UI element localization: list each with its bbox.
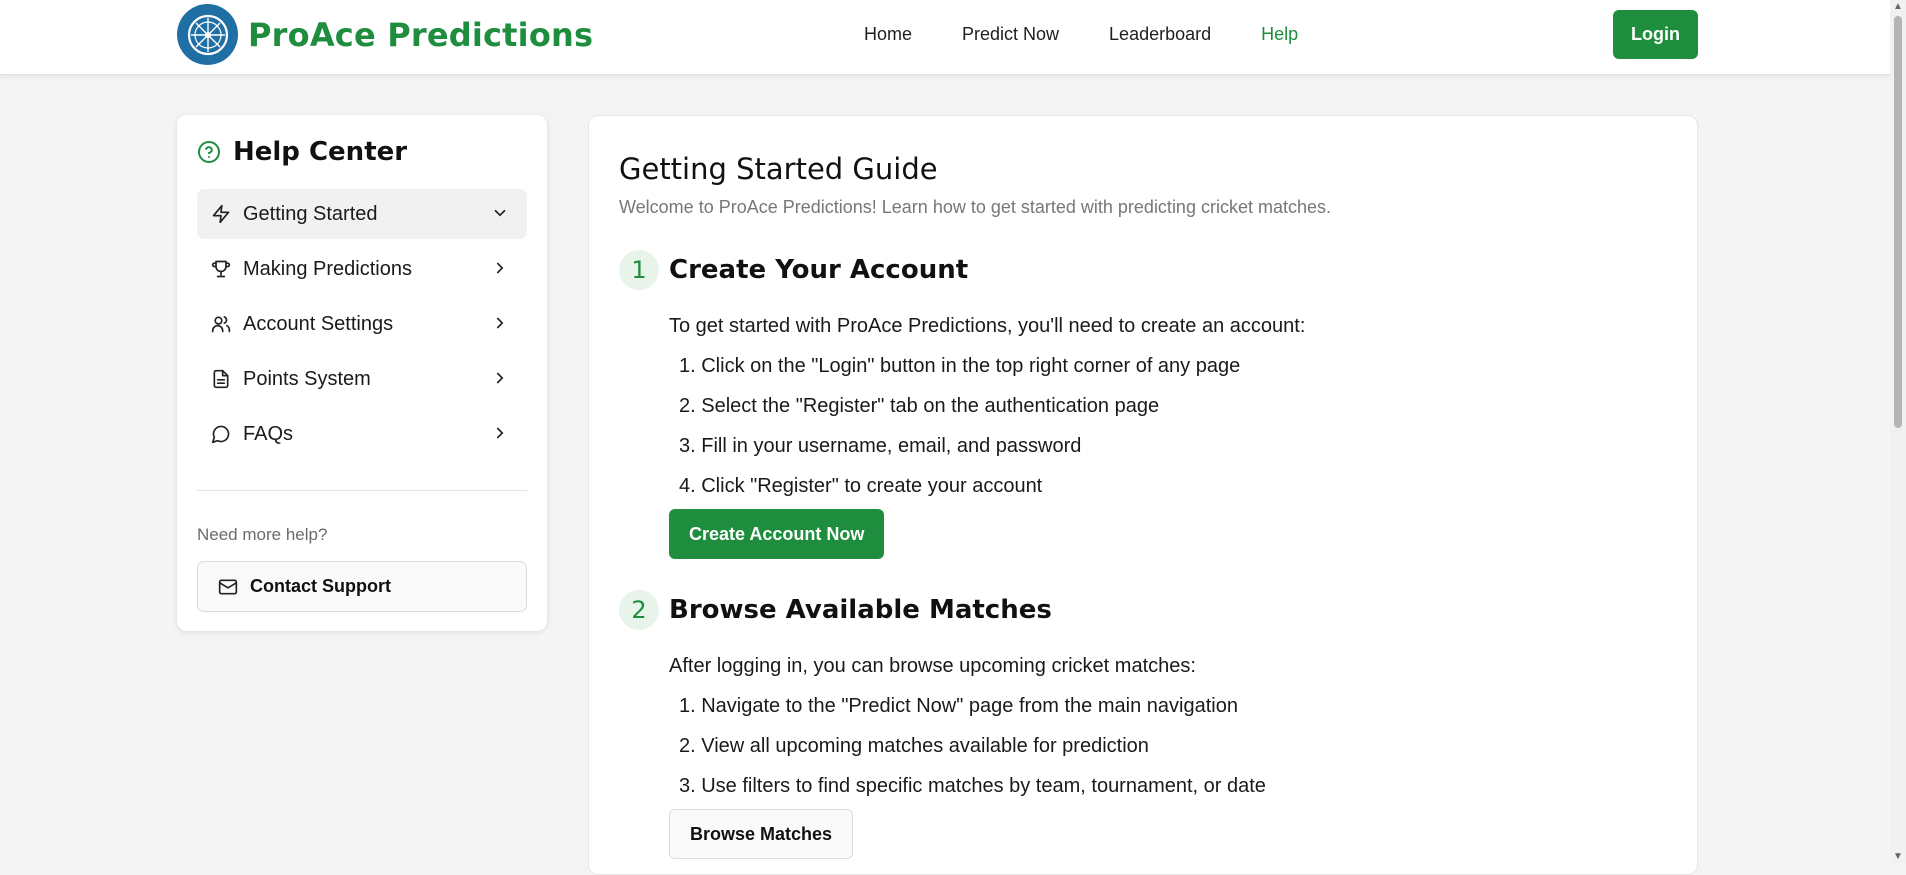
sidebar-item-label: Account Settings xyxy=(243,312,394,335)
page-title: Getting Started Guide xyxy=(619,152,938,186)
step-title: Create Your Account xyxy=(669,255,969,285)
sidebar-item-points-system[interactable]: Points System xyxy=(197,354,527,404)
sidebar-item-faqs[interactable]: FAQs xyxy=(197,409,527,459)
step-1-list: 1. Click on the "Login" button in the to… xyxy=(669,355,1240,515)
contact-support-button[interactable]: Contact Support xyxy=(197,561,527,612)
guide-content: Getting Started Guide Welcome to ProAce … xyxy=(588,115,1698,875)
step-title: Browse Available Matches xyxy=(669,595,1052,625)
step-number-badge: 1 xyxy=(619,250,659,290)
chevron-right-icon xyxy=(491,369,509,387)
step-1-heading: 1 Create Your Account xyxy=(619,250,968,290)
scroll-thumb[interactable] xyxy=(1894,16,1902,428)
step-2-heading: 2 Browse Available Matches xyxy=(619,590,1052,630)
main-nav: Home Predict Now Leaderboard Help xyxy=(864,24,1348,45)
lightning-icon xyxy=(211,204,231,224)
sidebar-item-label: Making Predictions xyxy=(243,257,412,280)
step-number-badge: 2 xyxy=(619,590,659,630)
brand-name: ProAce Predictions xyxy=(248,15,594,54)
sidebar-title: Help Center xyxy=(197,137,407,167)
step-2-list: 1. Navigate to the "Predict Now" page fr… xyxy=(669,695,1266,815)
page-scrollbar[interactable]: ▲ ▼ xyxy=(1890,0,1906,863)
chat-icon xyxy=(211,424,231,444)
chevron-right-icon xyxy=(491,259,509,277)
nav-predict-now[interactable]: Predict Now xyxy=(962,24,1059,45)
list-item: 3. Fill in your username, email, and pas… xyxy=(679,435,1082,457)
top-navbar: ProAce Predictions Home Predict Now Lead… xyxy=(0,0,1890,75)
list-item: 1. Click on the "Login" button in the to… xyxy=(679,355,1241,377)
list-item: 1. Navigate to the "Predict Now" page fr… xyxy=(679,695,1238,717)
page-subtitle: Welcome to ProAce Predictions! Learn how… xyxy=(619,197,1331,217)
help-circle-icon xyxy=(197,140,221,164)
sidebar-item-making-predictions[interactable]: Making Predictions xyxy=(197,244,527,294)
chevron-right-icon xyxy=(491,314,509,332)
compass-logo-icon xyxy=(177,4,238,65)
sidebar-divider xyxy=(197,490,527,491)
need-help-text: Need more help? xyxy=(197,525,328,544)
nav-help[interactable]: Help xyxy=(1261,24,1298,45)
chevron-right-icon xyxy=(491,424,509,442)
sidebar-item-getting-started[interactable]: Getting Started xyxy=(197,189,527,239)
scroll-down-arrow-icon[interactable]: ▼ xyxy=(1893,851,1903,862)
nav-home[interactable]: Home xyxy=(864,24,912,45)
document-icon xyxy=(211,369,231,389)
sidebar-item-account-settings[interactable]: Account Settings xyxy=(197,299,527,349)
brand[interactable]: ProAce Predictions xyxy=(177,4,593,65)
list-item: 2. View all upcoming matches available f… xyxy=(679,735,1149,757)
chevron-down-icon xyxy=(491,204,509,222)
scroll-up-arrow-icon[interactable]: ▲ xyxy=(1893,1,1903,12)
sidebar-item-label: FAQs xyxy=(243,422,294,445)
list-item: 2. Select the "Register" tab on the auth… xyxy=(679,395,1160,417)
create-account-button[interactable]: Create Account Now xyxy=(669,509,885,559)
mail-icon xyxy=(218,577,238,597)
browse-matches-button[interactable]: Browse Matches xyxy=(669,809,854,859)
help-sidebar: Help Center Getting Started Making Predi… xyxy=(177,115,547,631)
step-intro: After logging in, you can browse upcomin… xyxy=(669,655,1196,677)
nav-leaderboard[interactable]: Leaderboard xyxy=(1109,24,1211,45)
sidebar-item-label: Points System xyxy=(243,367,371,390)
step-intro: To get started with ProAce Predictions, … xyxy=(669,315,1306,337)
users-icon xyxy=(211,314,231,334)
login-button[interactable]: Login xyxy=(1613,10,1698,59)
sidebar-item-label: Getting Started xyxy=(243,202,378,225)
trophy-icon xyxy=(211,259,231,279)
